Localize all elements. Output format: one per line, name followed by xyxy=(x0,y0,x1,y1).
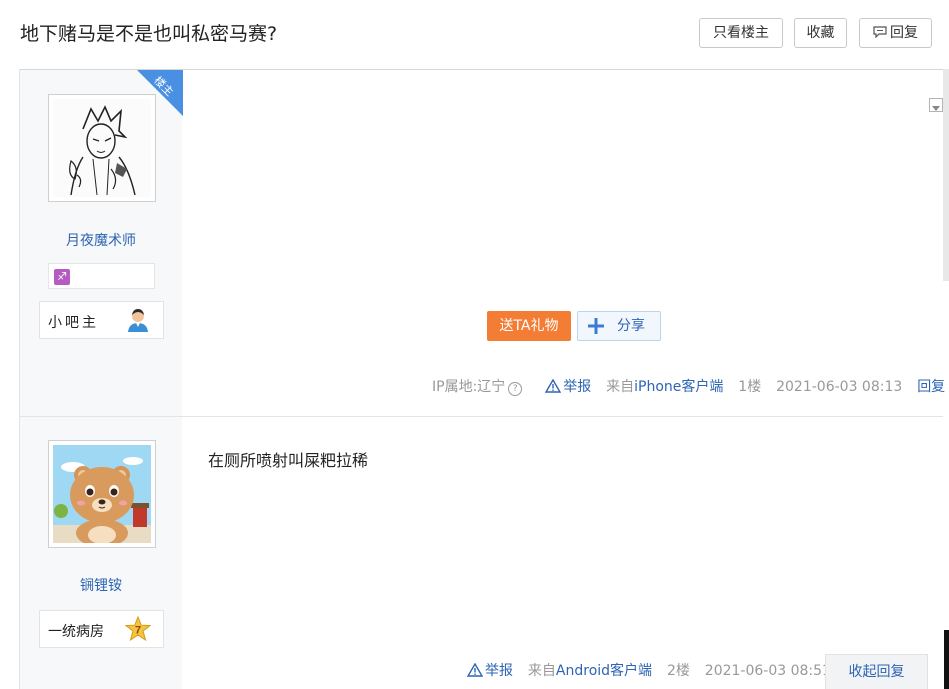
plus-icon xyxy=(588,318,604,334)
author-panel: 锎锂铵 一统病房 7 xyxy=(20,417,182,689)
client-source-link[interactable]: iPhone客户端 xyxy=(634,379,723,395)
author-name[interactable]: 锎锂铵 xyxy=(20,575,182,595)
post-content: 送TA礼物 分享 IP属地:辽宁? 举报 来自iPhone客户端 1楼 2021… xyxy=(182,70,945,416)
post-time: 2021-06-03 08:13 xyxy=(776,379,903,395)
floor-number: 1楼 xyxy=(738,379,762,395)
zodiac-tag: ♐ xyxy=(48,263,155,289)
report-label: 举报 xyxy=(563,379,592,395)
sagittarius-icon: ♐ xyxy=(54,269,70,285)
post-meta: 举报 来自Android客户端 2楼 2021-06-03 08:51 xyxy=(467,661,831,681)
report-link[interactable]: 举报 xyxy=(467,663,513,679)
level-name: 一统病房 xyxy=(48,624,104,640)
edge-mark xyxy=(944,630,949,689)
collect-button[interactable]: 收藏 xyxy=(794,18,847,48)
comment-icon xyxy=(873,26,887,38)
role-label: 小吧主 xyxy=(48,315,99,331)
warning-icon xyxy=(467,663,483,677)
client-source-prefix: 来自 xyxy=(606,379,635,395)
triangle-down-icon xyxy=(932,106,940,111)
reply-button[interactable]: 回复 xyxy=(859,18,932,48)
share-button[interactable]: 分享 xyxy=(577,311,661,341)
post-text: 在厕所喷射叫屎粑拉稀 xyxy=(208,451,369,470)
scroll-strip xyxy=(943,69,949,281)
reply-link[interactable]: 回复 xyxy=(917,379,945,395)
user-avatar-icon xyxy=(128,309,148,332)
svg-text:7: 7 xyxy=(135,625,141,637)
report-label: 举报 xyxy=(485,663,513,679)
post-meta: IP属地:辽宁? 举报 来自iPhone客户端 1楼 2021-06-03 08… xyxy=(432,377,945,397)
author-name[interactable]: 月夜魔术师 xyxy=(20,230,182,250)
thread-title: 地下赌马是不是也叫私密马赛? xyxy=(20,23,278,45)
help-icon[interactable]: ? xyxy=(508,382,523,396)
report-link[interactable]: 举报 xyxy=(545,379,591,395)
level-star-icon: 7 xyxy=(125,616,151,642)
only-louzhu-button[interactable]: 只看楼主 xyxy=(699,18,783,48)
post-floor-2: 锎锂铵 一统病房 7 在厕所喷射叫屎粑拉稀 举报 来自Android客户端 2楼… xyxy=(20,417,943,689)
floor-number: 2楼 xyxy=(666,663,690,679)
reply-button-label: 回复 xyxy=(890,25,918,41)
post-content: 在厕所喷射叫屎粑拉稀 举报 来自Android客户端 2楼 2021-06-03… xyxy=(182,417,943,689)
bear-avatar-image xyxy=(53,445,151,543)
collapse-toggle[interactable] xyxy=(929,98,943,112)
fold-replies-button[interactable]: 收起回复 xyxy=(825,654,928,689)
client-source-link[interactable]: Android客户端 xyxy=(556,663,652,679)
thread-header: 地下赌马是不是也叫私密马赛? 只看楼主 收藏 回复 xyxy=(0,0,949,70)
louzhu-badge: 楼主 xyxy=(127,70,183,116)
share-label: 分享 xyxy=(617,318,645,334)
avatar[interactable] xyxy=(48,440,156,548)
post-floor-1: 月夜魔术师 ♐ 小吧主 楼主 送TA礼物 分享 IP属地:辽宁 ? 举报 来自i… xyxy=(20,70,945,416)
post-time: 2021-06-03 08:51 xyxy=(704,663,831,679)
client-source-prefix: 来自 xyxy=(527,663,556,679)
send-gift-button[interactable]: 送TA礼物 xyxy=(487,311,571,341)
warning-icon xyxy=(545,379,562,393)
author-panel: 月夜魔术师 ♐ 小吧主 楼主 xyxy=(20,70,183,416)
level-badge: 一统病房 7 xyxy=(39,610,164,648)
role-badge: 小吧主 xyxy=(39,301,164,339)
ip-location: IP属地:辽宁 xyxy=(432,379,506,395)
